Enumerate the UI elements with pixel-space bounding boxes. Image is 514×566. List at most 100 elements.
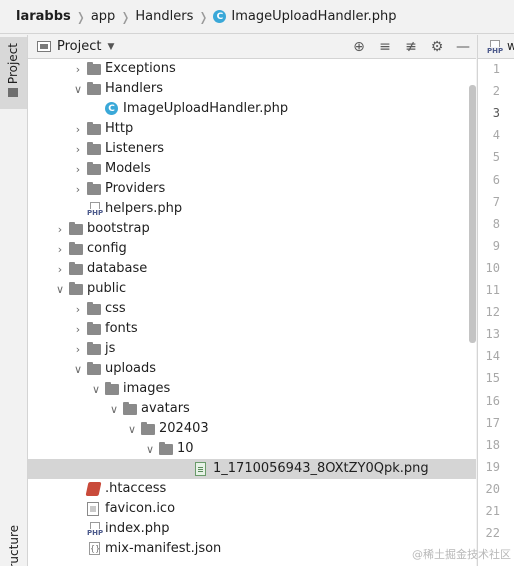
tree-item-label: favicon.ico	[105, 501, 176, 516]
tree-row[interactable]: › Models	[28, 159, 476, 179]
chevron-right-icon[interactable]: ›	[72, 319, 84, 339]
folder-icon	[87, 322, 101, 335]
tree-row[interactable]: ∨ uploads	[28, 359, 476, 379]
line-number: 11	[485, 283, 500, 297]
folder-icon	[87, 182, 101, 195]
line-number: 22	[485, 526, 500, 541]
breadcrumb-project[interactable]: larabbs	[16, 9, 71, 24]
folder-icon	[87, 362, 101, 375]
tree-row[interactable]: ∨ Handlers	[28, 79, 476, 99]
hide-panel-icon[interactable]: —	[450, 39, 476, 55]
chevron-down-icon[interactable]: ▼	[107, 42, 114, 52]
chevron-right-icon[interactable]: ›	[72, 159, 84, 179]
folder-icon	[87, 142, 101, 155]
tree-row[interactable]: PHP index.php	[28, 519, 476, 539]
folder-icon	[69, 242, 83, 255]
chevron-right-icon[interactable]: ›	[72, 119, 84, 139]
left-tool-strip: Project Structure	[0, 35, 28, 566]
chevron-right-icon: ❭	[120, 9, 131, 24]
tree-row[interactable]: › config	[28, 239, 476, 259]
tree-row[interactable]: ∨ 10	[28, 439, 476, 459]
tree-item-label: .htaccess	[105, 481, 167, 496]
tree-item-label: Http	[105, 121, 134, 136]
chevron-right-icon[interactable]: ›	[72, 139, 84, 159]
line-number: 14	[485, 349, 500, 364]
line-number: 19	[485, 459, 500, 474]
tree-row[interactable]: › bootstrap	[28, 219, 476, 239]
collapse-all-icon[interactable]: ≢	[398, 39, 424, 55]
tree-item-label: helpers.php	[105, 201, 183, 216]
tree-row[interactable]: ∨ public	[28, 279, 476, 299]
tree-row[interactable]: › js	[28, 339, 476, 359]
chevron-right-icon[interactable]: ›	[54, 219, 66, 239]
folder-icon	[105, 382, 119, 395]
chevron-down-icon[interactable]: ∨	[54, 279, 66, 299]
tree-row[interactable]: PHP helpers.php	[28, 199, 476, 219]
breadcrumb-handlers[interactable]: Handlers	[135, 9, 193, 24]
chevron-right-icon[interactable]: ›	[72, 299, 84, 319]
tree-row[interactable]: C ImageUploadHandler.php	[28, 99, 476, 119]
chevron-down-icon[interactable]: ∨	[108, 399, 120, 419]
tree-item-label: bootstrap	[87, 221, 150, 236]
chevron-right-icon[interactable]: ›	[54, 259, 66, 279]
panel-title[interactable]: Project	[57, 39, 101, 54]
line-number: 8	[492, 216, 500, 231]
line-number: 4	[492, 128, 500, 143]
structure-tool-button[interactable]: Structure	[0, 493, 27, 566]
chevron-right-icon[interactable]: ›	[54, 239, 66, 259]
folder-icon	[87, 82, 101, 95]
chevron-right-icon[interactable]: ›	[72, 339, 84, 359]
tree-row[interactable]: favicon.ico	[28, 499, 476, 519]
gear-icon[interactable]: ⚙	[424, 39, 450, 55]
folder-icon	[87, 162, 101, 175]
editor-tab[interactable]: PHP w	[478, 35, 514, 59]
tree-row[interactable]: 1_1710056943_8OXtZY0Qpk.png	[28, 459, 476, 479]
folder-icon	[159, 442, 173, 455]
tree-row[interactable]: › Http	[28, 119, 476, 139]
line-number: 1	[492, 62, 500, 76]
tree-item-label: public	[87, 281, 127, 296]
expand-all-icon[interactable]: ≡	[372, 39, 398, 55]
project-tool-button[interactable]: Project	[0, 37, 27, 109]
tree-item-label: images	[123, 381, 171, 396]
tree-row[interactable]: {} mix-manifest.json	[28, 539, 476, 559]
locate-file-icon[interactable]: ⊕	[346, 39, 372, 55]
tree-row[interactable]: › Listeners	[28, 139, 476, 159]
tree-item-label: Listeners	[105, 141, 165, 156]
tree-row[interactable]: .htaccess	[28, 479, 476, 499]
chevron-down-icon[interactable]: ∨	[72, 79, 84, 99]
folder-icon	[69, 222, 83, 235]
tree-item-label: fonts	[105, 321, 138, 336]
tree-item-label: Models	[105, 161, 151, 176]
tree-row[interactable]: ∨ avatars	[28, 399, 476, 419]
chevron-down-icon[interactable]: ∨	[144, 439, 156, 459]
breadcrumb-app[interactable]: app	[91, 9, 115, 24]
line-number: 2	[492, 84, 500, 99]
tree-row[interactable]: › database	[28, 259, 476, 279]
editor-area: PHP w 1 2 3 4 5 6 7 8 9 10 11 12 13 14 15 16 17 18 19 20 21 2…	[477, 35, 514, 566]
chevron-right-icon[interactable]: ›	[72, 179, 84, 199]
tree-row[interactable]: ∨ 202403	[28, 419, 476, 439]
tree-row[interactable]: › Exceptions	[28, 59, 476, 79]
project-view-icon	[37, 41, 51, 52]
tree-item-label: Providers	[105, 181, 166, 196]
tree-item-label: config	[87, 241, 127, 256]
chevron-right-icon: ❭	[198, 9, 209, 24]
tree-row[interactable]: ∨ images	[28, 379, 476, 399]
tree-row[interactable]: › css	[28, 299, 476, 319]
tree-scrollbar[interactable]	[469, 85, 476, 343]
chevron-down-icon[interactable]: ∨	[90, 379, 102, 399]
line-number: 12	[485, 305, 500, 320]
chevron-right-icon[interactable]: ›	[72, 59, 84, 79]
chevron-down-icon[interactable]: ∨	[126, 419, 138, 439]
line-number: 18	[485, 437, 500, 452]
chevron-down-icon[interactable]: ∨	[72, 359, 84, 379]
tree-row[interactable]: › fonts	[28, 319, 476, 339]
breadcrumb-file[interactable]: C ImageUploadHandler.php	[213, 9, 397, 24]
breadcrumb-file-label: ImageUploadHandler.php	[231, 9, 397, 24]
folder-icon	[87, 302, 101, 315]
tree-row[interactable]: › Providers	[28, 179, 476, 199]
php-file-icon: PHP	[87, 522, 104, 537]
folder-icon	[87, 122, 101, 135]
line-number: 21	[485, 504, 500, 518]
